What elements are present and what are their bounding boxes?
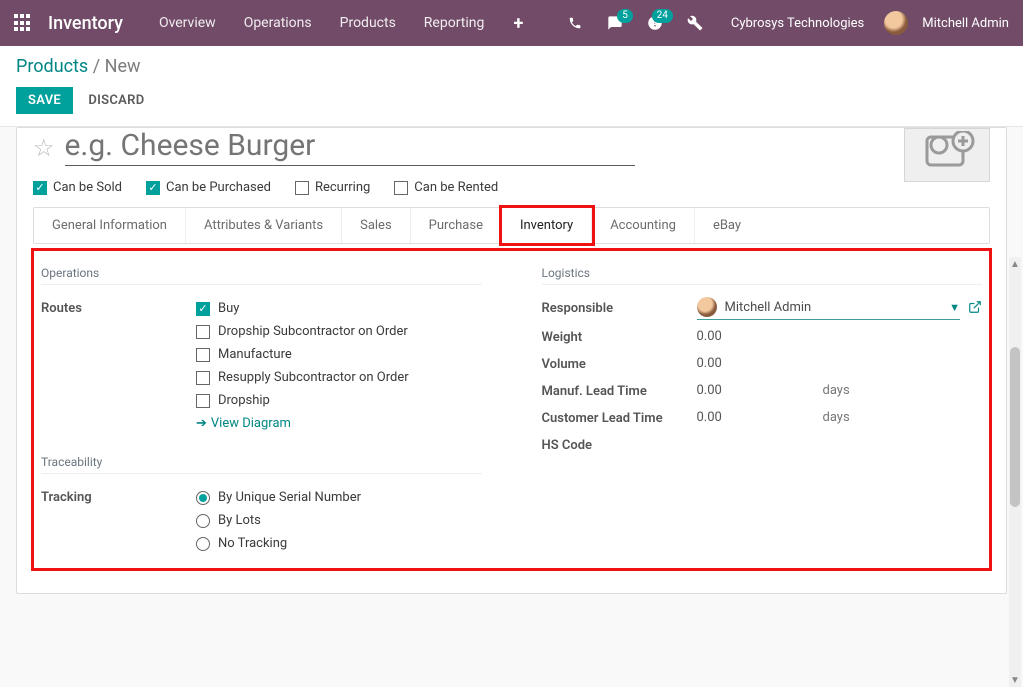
username[interactable]: Mitchell Admin [922,16,1009,31]
phone-icon[interactable] [559,7,591,39]
weight-label: Weight [542,326,697,345]
product-image-placeholder[interactable] [904,128,990,182]
route-manufacture[interactable]: Manufacture [196,343,482,366]
tab-inventory[interactable]: Inventory [502,208,592,243]
responsible-label: Responsible [542,297,697,316]
favorite-star-icon[interactable]: ☆ [33,134,55,162]
topnav: Inventory Overview Operations Products R… [0,0,1023,46]
routes-label: Routes [41,297,196,316]
chat-badge: 5 [617,9,633,23]
arrow-right-icon: ➔ [196,416,207,431]
product-flags: ✓Can be Sold ✓Can be Purchased Recurring… [33,174,990,207]
customer-lead-input[interactable] [697,407,817,428]
route-resupply-subcontractor[interactable]: Resupply Subcontractor on Order [196,366,482,389]
tracking-serial[interactable]: By Unique Serial Number [196,486,482,509]
manuf-lead-label: Manuf. Lead Time [542,380,697,399]
menu-overview[interactable]: Overview [149,15,226,31]
volume-input[interactable] [697,353,817,374]
tab-sales[interactable]: Sales [342,208,411,243]
scroll-down-icon[interactable]: ▼ [1009,673,1021,687]
menu-operations[interactable]: Operations [234,15,322,31]
app-name[interactable]: Inventory [48,13,123,34]
avatar-icon [697,297,717,317]
weight-input[interactable] [697,326,817,347]
can-be-purchased-checkbox[interactable]: ✓Can be Purchased [146,180,271,195]
activity-badge: 24 [652,9,673,23]
control-bar: Products / New SAVE DISCARD [0,46,1023,127]
tab-purchase[interactable]: Purchase [411,208,502,243]
tab-attributes-variants[interactable]: Attributes & Variants [186,208,342,243]
tracking-label: Tracking [41,486,196,505]
tracking-none[interactable]: No Tracking [196,532,482,555]
route-dropship-subcontractor[interactable]: Dropship Subcontractor on Order [196,320,482,343]
route-buy[interactable]: ✓Buy [196,297,482,320]
save-button[interactable]: SAVE [16,87,73,114]
product-name-input[interactable] [65,128,635,166]
scroll-up-icon[interactable]: ▲ [1009,257,1021,271]
customer-lead-label: Customer Lead Time [542,407,697,426]
route-dropship[interactable]: Dropship [196,389,482,412]
vertical-scrollbar[interactable]: ▲ ▼ [1009,257,1021,687]
breadcrumb-root[interactable]: Products [16,56,88,77]
avatar[interactable] [884,11,908,35]
hs-code-label: HS Code [542,434,697,453]
manuf-lead-input[interactable] [697,380,817,401]
form-sheet: ☆ ✓Can be Sold ✓Can be Purchased Recurri… [16,127,1007,594]
discard-button[interactable]: DISCARD [88,93,144,108]
breadcrumb: Products / New [16,56,1007,77]
tab-general-information[interactable]: General Information [34,208,186,243]
recurring-checkbox[interactable]: Recurring [295,180,370,195]
tracking-lots[interactable]: By Lots [196,509,482,532]
activity-icon[interactable]: 24 [639,7,671,39]
traceability-section-title: Traceability [41,455,482,474]
settings-icon[interactable] [679,7,711,39]
tabs: General Information Attributes & Variant… [33,207,990,244]
operations-section-title: Operations [41,266,482,285]
apps-icon[interactable] [14,14,32,32]
dropdown-caret-icon: ▼ [949,301,960,314]
tab-accounting[interactable]: Accounting [592,208,695,243]
can-be-rented-checkbox[interactable]: Can be Rented [394,180,498,195]
hs-code-input[interactable] [697,434,817,455]
new-menu-button[interactable]: + [502,7,534,39]
inventory-panel: Operations Routes ✓Buy Dropship Subcontr… [33,250,990,569]
can-be-sold-checkbox[interactable]: ✓Can be Sold [33,180,122,195]
company-name[interactable]: Cybrosys Technologies [719,16,876,31]
logistics-section-title: Logistics [542,266,983,285]
view-diagram-link[interactable]: ➔ View Diagram [196,416,291,431]
breadcrumb-current: New [105,56,141,77]
responsible-field[interactable]: Mitchell Admin ▼ [697,297,961,320]
external-link-icon[interactable] [968,300,982,318]
tab-ebay[interactable]: eBay [695,208,759,243]
chat-icon[interactable]: 5 [599,7,631,39]
menu-products[interactable]: Products [330,15,406,31]
menu-reporting[interactable]: Reporting [414,15,495,31]
volume-label: Volume [542,353,697,372]
